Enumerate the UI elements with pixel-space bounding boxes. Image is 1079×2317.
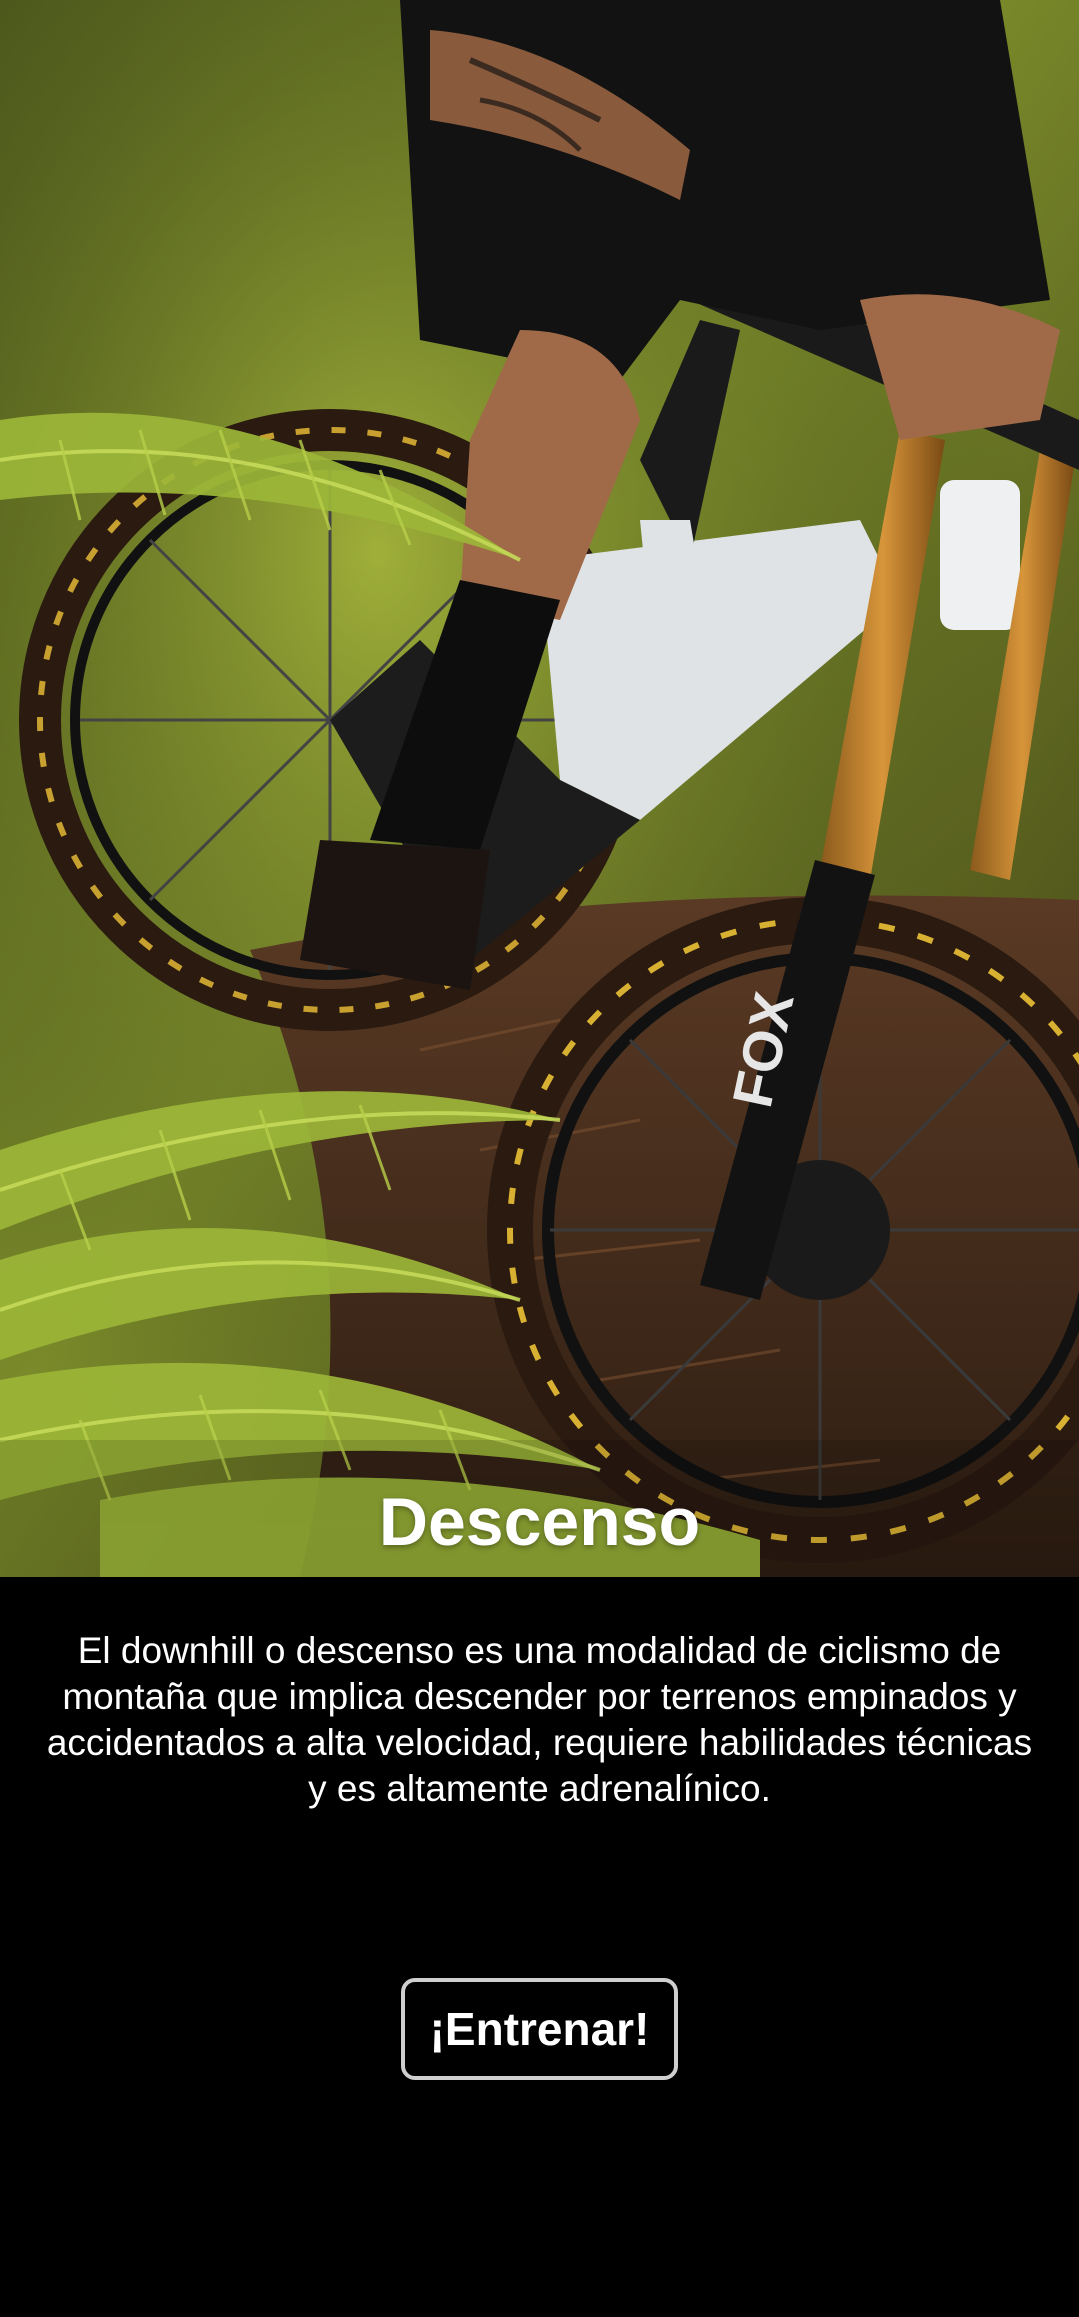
train-button[interactable]: ¡Entrenar!	[401, 1978, 678, 2080]
discipline-description: El downhill o descenso es una modalidad …	[46, 1630, 1033, 1809]
page-title: Descenso	[378, 1484, 701, 1560]
hero-image: FOX Descenso	[0, 0, 1079, 1577]
mountain-biker-illustration: FOX	[0, 0, 1079, 1577]
